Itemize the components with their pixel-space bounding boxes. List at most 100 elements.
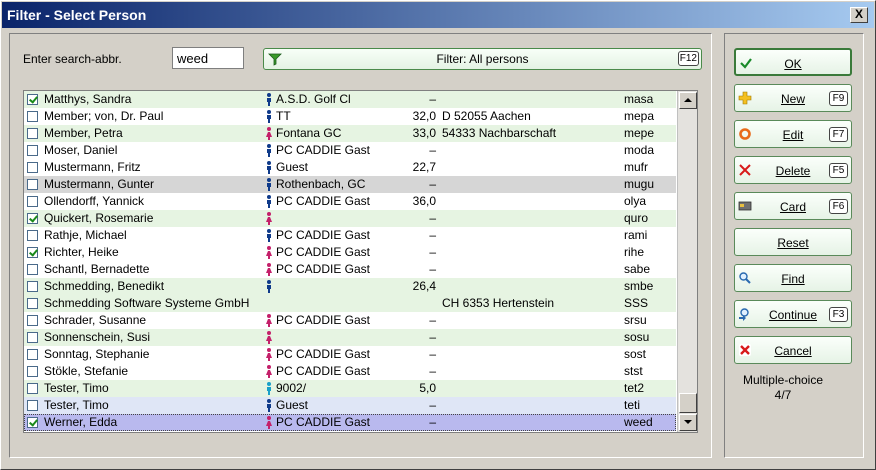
club-name: PC CADDIE Gast [276, 228, 371, 242]
female-icon [264, 261, 274, 278]
row-checkbox[interactable] [27, 247, 38, 258]
card-button[interactable]: Card F6 [734, 192, 852, 220]
table-row[interactable]: Rathje, Michael PC CADDIE Gast – rami [24, 227, 676, 244]
table-row[interactable]: Schmedding Software Systeme GmbH CH 6353 … [24, 295, 676, 312]
row-checkbox[interactable] [27, 111, 38, 122]
vertical-scrollbar[interactable] [677, 91, 697, 432]
club-name: PC CADDIE Gast [276, 143, 371, 157]
search-abbr: rami [624, 228, 648, 242]
search-abbr: mugu [624, 177, 655, 191]
row-checkbox[interactable] [27, 264, 38, 275]
continue-button[interactable]: Continue F3 [734, 300, 852, 328]
handicap-value: – [429, 347, 436, 361]
search-abbr: SSS [624, 296, 649, 310]
handicap-value: – [429, 177, 436, 191]
search-abbr: mepa [624, 109, 655, 123]
person-name: Moser, Daniel [44, 143, 118, 157]
new-shortcut: F9 [829, 91, 848, 106]
row-checkbox[interactable] [27, 179, 38, 190]
search-abbr: mufr [624, 160, 648, 174]
table-row[interactable]: Ollendorff, Yannick PC CADDIE Gast 36,0 oly… [24, 193, 676, 210]
table-row[interactable]: Member; von, Dr. Paul TT 32,0 D 52055 Aache… [24, 108, 676, 125]
title-bar: Filter - Select Person X [2, 2, 874, 28]
scroll-thumb[interactable] [679, 393, 697, 413]
female-icon [264, 363, 274, 380]
card-shortcut: F6 [829, 199, 848, 214]
row-checkbox[interactable] [27, 417, 38, 428]
row-checkbox[interactable] [27, 281, 38, 292]
row-checkbox[interactable] [27, 230, 38, 241]
row-checkbox[interactable] [27, 145, 38, 156]
person-name: Tester, Timo [44, 398, 109, 412]
new-button[interactable]: New F9 [734, 84, 852, 112]
selection-count: 4/7 [774, 388, 792, 402]
table-row[interactable]: Sonntag, Stephanie PC CADDIE Gast – sost [24, 346, 676, 363]
row-checkbox[interactable] [27, 213, 38, 224]
handicap-value: 22,7 [412, 160, 436, 174]
handicap-value: 32,0 [412, 109, 436, 123]
edit-button[interactable]: Edit F7 [734, 120, 852, 148]
club-name: Guest [276, 160, 309, 174]
table-row[interactable]: Richter, Heike PC CADDIE Gast – rihe [24, 244, 676, 261]
scroll-up-button[interactable] [679, 92, 697, 109]
row-checkbox[interactable] [27, 383, 38, 394]
table-row[interactable]: Matthys, Sandra A.S.D. Golf Cl – masa [24, 91, 676, 108]
row-checkbox[interactable] [27, 128, 38, 139]
table-row[interactable]: Mustermann, Fritz Guest 22,7 mufr [24, 159, 676, 176]
search-abbr: teti [624, 398, 641, 412]
reset-button[interactable]: Reset [734, 228, 852, 256]
male-icon [264, 108, 274, 125]
row-checkbox[interactable] [27, 298, 38, 309]
person-name: Schantl, Bernadette [44, 262, 150, 276]
female-icon [264, 125, 274, 142]
row-checkbox[interactable] [27, 349, 38, 360]
club-name: PC CADDIE Gast [276, 262, 371, 276]
club-name: PC CADDIE Gast [276, 347, 371, 361]
handicap-value: 5,0 [419, 381, 436, 395]
table-row[interactable]: Sonnenschein, Susi – sosu [24, 329, 676, 346]
table-row[interactable]: Tester, Timo 9002/5,0 tet2 [24, 380, 676, 397]
table-row[interactable]: Werner, Edda PC CADDIE Gast – weed [24, 414, 676, 431]
club-name: PC CADDIE Gast [276, 245, 371, 259]
table-row[interactable]: Quickert, Rosemarie – quro [24, 210, 676, 227]
find-button[interactable]: Find [734, 264, 852, 292]
address-text: D 52055 Aachen [442, 109, 531, 123]
cancel-label: Cancel [774, 344, 812, 358]
table-row[interactable]: Stökle, Stefanie PC CADDIE Gast – stst [24, 363, 676, 380]
table-row[interactable]: Tester, Timo Guest – teti [24, 397, 676, 414]
search-input[interactable] [172, 47, 244, 69]
filter-button[interactable]: Filter: All persons F12 [263, 48, 702, 70]
handicap-value: – [429, 211, 436, 225]
table-row[interactable]: Schantl, Bernadette PC CADDIE Gast – sabe [24, 261, 676, 278]
search-label: Enter search-abbr. [23, 52, 122, 66]
person-list[interactable]: Matthys, Sandra A.S.D. Golf Cl – masa Member… [23, 90, 698, 433]
close-button[interactable]: X [850, 7, 868, 23]
club-name: TT [276, 109, 291, 123]
delete-button[interactable]: Delete F5 [734, 156, 852, 184]
club-name: PC CADDIE Gast [276, 194, 371, 208]
handicap-value: 36,0 [412, 194, 436, 208]
search-abbr: rihe [624, 245, 645, 259]
row-checkbox[interactable] [27, 196, 38, 207]
cancel-button[interactable]: Cancel [734, 336, 852, 364]
table-row[interactable]: Schrader, Susanne PC CADDIE Gast – srsu [24, 312, 676, 329]
row-checkbox[interactable] [27, 332, 38, 343]
row-checkbox[interactable] [27, 315, 38, 326]
table-row[interactable]: Member, Petra Fontana GC 33,0 54333 Nachbar… [24, 125, 676, 142]
row-checkbox[interactable] [27, 162, 38, 173]
handicap-value: – [429, 262, 436, 276]
person-name: Matthys, Sandra [44, 92, 132, 106]
club-name: PC CADDIE Gast [276, 415, 371, 429]
table-row[interactable]: Moser, Daniel PC CADDIE Gast – moda [24, 142, 676, 159]
club-name: 9002/ [276, 381, 307, 395]
row-checkbox[interactable] [27, 400, 38, 411]
person-name: Sonntag, Stephanie [44, 347, 150, 361]
scroll-down-button[interactable] [679, 414, 697, 431]
ok-button[interactable]: OK [734, 48, 852, 76]
filter-label: Filter: All persons [436, 52, 529, 66]
row-checkbox[interactable] [27, 366, 38, 377]
table-row[interactable]: Mustermann, Gunter Rothenbach, GC – mugu [24, 176, 676, 193]
table-row[interactable]: Schmedding, Benedikt 26,4 smbe [24, 278, 676, 295]
male-icon [264, 193, 274, 210]
row-checkbox[interactable] [27, 94, 38, 105]
